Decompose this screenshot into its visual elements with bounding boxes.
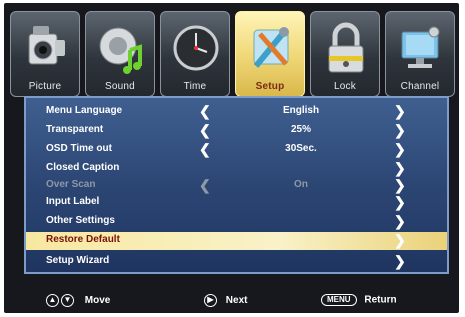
right-arrow-icon[interactable]: ❯: [394, 141, 406, 158]
footer-next: ▶ Next: [204, 294, 247, 307]
right-arrow-icon[interactable]: ❯: [394, 253, 406, 270]
right-arrow-icon[interactable]: ❯: [394, 103, 406, 120]
menu-row-input-label[interactable]: Input Label ❯: [26, 194, 447, 212]
right-arrow-circle-icon: ▶: [204, 294, 217, 307]
right-arrow-icon[interactable]: ❯: [394, 213, 406, 230]
menu-row-label: Restore Default: [46, 234, 120, 245]
footer-move: ▲ ▼ Move: [46, 294, 110, 307]
menu-row-value: 30Sec.: [285, 143, 317, 154]
tools-icon: [253, 27, 289, 68]
footer-return: MENU Return: [321, 294, 397, 306]
down-arrow-icon: ▼: [61, 294, 74, 307]
tab-time[interactable]: Time: [160, 11, 230, 97]
setup-menu-panel: Menu Language ❮ English ❯ Transparent ❮ …: [24, 96, 449, 274]
tab-setup[interactable]: Setup: [235, 11, 305, 97]
menu-row-value: English: [282, 105, 320, 116]
satellite-dish-icon: [401, 26, 440, 68]
menu-row-value: On: [294, 179, 308, 190]
tab-label: Picture: [28, 81, 62, 92]
left-arrow-icon: ❮: [199, 177, 211, 193]
menu-row-label: Other Settings: [46, 215, 115, 226]
up-arrow-icon: ▲: [46, 294, 59, 307]
menu-row-label: Over Scan: [46, 179, 96, 190]
right-arrow-icon[interactable]: ❯: [394, 194, 406, 211]
tab-channel[interactable]: Channel: [385, 11, 455, 97]
footer-return-label: Return: [364, 294, 397, 306]
menu-key-icon: MENU: [321, 294, 357, 306]
camcorder-icon: [28, 26, 65, 65]
menu-row-transparent[interactable]: Transparent ❮ 25% ❯: [26, 122, 447, 140]
tab-lock[interactable]: Lock: [310, 11, 380, 97]
menu-row-label: Input Label: [46, 196, 100, 207]
tab-picture[interactable]: Picture: [10, 11, 80, 97]
tab-label: Sound: [105, 81, 135, 92]
tab-bar: Picture Sound Time Setup Lock Channel: [10, 11, 455, 97]
osd-frame: Picture Sound Time Setup Lock Channel Me…: [4, 3, 459, 313]
tab-label: Time: [183, 81, 207, 92]
tab-label: Channel: [400, 81, 440, 92]
menu-row-value: 25%: [290, 124, 311, 135]
right-arrow-icon[interactable]: ❯: [394, 122, 406, 139]
padlock-icon: [328, 22, 364, 73]
menu-row-label: Closed Caption: [46, 162, 120, 173]
footer-help-bar: ▲ ▼ Move ▶ Next MENU Return: [24, 292, 449, 310]
right-arrow-icon[interactable]: ❯: [394, 232, 406, 249]
left-arrow-icon[interactable]: ❮: [199, 141, 211, 158]
right-arrow-icon[interactable]: ❯: [394, 160, 406, 177]
menu-row-restore-default[interactable]: Restore Default ❯: [26, 232, 447, 250]
footer-move-label: Move: [84, 295, 111, 307]
left-arrow-icon[interactable]: ❮: [199, 103, 211, 120]
menu-row-label: Transparent: [46, 124, 104, 135]
menu-row-label: Menu Language: [46, 105, 123, 116]
clock-icon: [173, 25, 219, 71]
tab-label: Setup: [255, 81, 285, 92]
menu-row-other-settings[interactable]: Other Settings ❯: [26, 213, 447, 231]
speaker-note-icon: [99, 27, 142, 74]
tab-label: Lock: [334, 81, 356, 92]
menu-row-label: Setup Wizard: [46, 255, 110, 266]
footer-next-label: Next: [225, 295, 248, 307]
menu-row-setup-wizard[interactable]: Setup Wizard ❯: [26, 253, 447, 271]
menu-row-closed-caption[interactable]: Closed Caption ❯: [26, 160, 447, 178]
tab-sound[interactable]: Sound: [85, 11, 155, 97]
menu-row-over-scan: Over Scan ❮ On ❯: [26, 177, 447, 195]
left-arrow-icon[interactable]: ❮: [199, 122, 211, 139]
right-arrow-icon: ❯: [394, 177, 406, 193]
menu-row-label: OSD Time out: [46, 143, 112, 154]
menu-row-osd-time-out[interactable]: OSD Time out ❮ 30Sec. ❯: [26, 141, 447, 159]
menu-row-menu-language[interactable]: Menu Language ❮ English ❯: [26, 103, 447, 121]
